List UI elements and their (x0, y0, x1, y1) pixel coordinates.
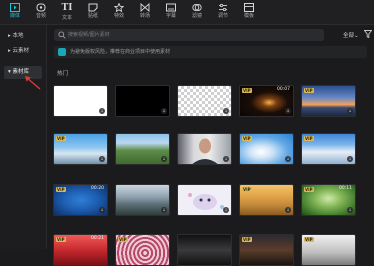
download-icon[interactable]: ↓ (161, 156, 167, 162)
audio-icon (36, 3, 46, 12)
media-card[interactable]: VIP ↓ (53, 133, 108, 165)
adjust-icon (219, 3, 227, 12)
media-card[interactable]: ↓ (115, 85, 170, 117)
vip-badge: VIP (304, 187, 314, 192)
effects-icon (114, 3, 124, 12)
download-icon[interactable]: ↓ (223, 207, 229, 213)
media-card[interactable]: VIP ↓ (239, 184, 294, 216)
download-icon[interactable]: ↓ (223, 156, 229, 162)
toolbar-item-effects[interactable]: 特效 (106, 1, 132, 23)
download-icon[interactable]: ↓ (285, 207, 291, 213)
toolbar-item-sticker[interactable]: 贴纸 (80, 1, 106, 23)
media-card[interactable]: VIP (115, 234, 170, 266)
duration-label: 00:11 (339, 186, 352, 191)
sidebar-item-local[interactable]: ▸ 本地 (4, 30, 42, 43)
template-icon (244, 3, 254, 12)
toolbar-item-filter[interactable]: 滤镜 (184, 1, 210, 23)
sidebar-item-cloud[interactable]: ▸ 云素材 (4, 45, 42, 58)
media-card[interactable]: VIP 00:21 (53, 234, 108, 266)
toolbar-label: 调节 (217, 13, 228, 19)
toolbar-label: 文本 (61, 15, 72, 21)
vip-badge: VIP (56, 136, 66, 141)
top-toolbar: 媒体 音频 TI 文本 贴纸 特效 转场 字幕 滤镜 调节 模板 (0, 0, 374, 25)
chevron-down-icon: ⌄ (354, 33, 359, 39)
search-icon (58, 31, 66, 39)
download-icon[interactable]: ↓ (99, 108, 105, 114)
text-icon: TI (61, 3, 73, 13)
toolbar-item-caption[interactable]: 字幕 (158, 1, 184, 23)
toolbar-label: 字幕 (165, 13, 176, 19)
download-icon[interactable]: ↓ (223, 108, 229, 114)
filter-dropdown[interactable]: 全部⌄ (343, 31, 359, 39)
media-card[interactable]: VIP (239, 234, 294, 266)
media-icon (10, 3, 20, 12)
media-card[interactable]: ↓ (115, 184, 170, 216)
download-icon[interactable]: ↓ (161, 207, 167, 213)
media-card[interactable]: ↓ (53, 85, 108, 117)
notice-text: 为避免版权风险，推荐在商业项目中使用素材 (70, 49, 171, 55)
download-icon[interactable]: ↓ (347, 156, 353, 162)
vip-badge: VIP (242, 136, 252, 141)
copyright-notice: 为避免版权风险，推荐在商业项目中使用素材 (54, 46, 367, 58)
vip-badge: VIP (304, 136, 314, 141)
media-card[interactable] (177, 234, 232, 266)
toolbar-item-template[interactable]: 模板 (236, 1, 262, 23)
vip-badge: VIP (242, 88, 252, 93)
media-card[interactable]: VIP ↓ (301, 85, 356, 117)
vip-badge: VIP (242, 187, 252, 192)
vip-badge: VIP (304, 237, 314, 242)
red-arrow-annotation (25, 76, 41, 90)
media-card[interactable]: VIP 00:07 ↓ (239, 85, 294, 117)
vip-badge: VIP (118, 237, 128, 242)
vip-badge: VIP (56, 237, 66, 242)
duration-label: 00:20 (91, 186, 104, 191)
search-input[interactable] (68, 29, 318, 41)
media-card[interactable]: VIP ↓ (239, 133, 294, 165)
filter-label: 全部 (343, 33, 355, 39)
transition-icon (140, 3, 150, 12)
media-card[interactable]: VIP 00:11 ↓ (301, 184, 356, 216)
sidebar: ▸ 本地 ▸ 云素材 ▾ 素材库 (0, 25, 47, 249)
material-library-panel: 全部⌄ 为避免版权风险，推荐在商业项目中使用素材 热门 ↓ ↓ ↓ VIP 00… (47, 25, 374, 266)
toolbar-label: 特效 (113, 13, 124, 19)
download-icon[interactable]: ↓ (99, 207, 105, 213)
media-card[interactable]: VIP 00:20 ↓ (53, 184, 108, 216)
duration-label: 00:07 (277, 87, 290, 92)
toolbar-label: 滤镜 (191, 13, 202, 19)
toolbar-item-media[interactable]: 媒体 (2, 1, 28, 23)
toolbar-label: 音频 (35, 13, 46, 19)
funnel-icon[interactable] (364, 30, 372, 38)
media-card[interactable]: VIP (301, 234, 356, 266)
toolbar-label: 模板 (243, 13, 254, 19)
caption-icon (166, 3, 176, 12)
media-card[interactable]: VIP ↓ (301, 133, 356, 165)
toolbar-label: 贴纸 (87, 13, 98, 19)
duration-label: 00:21 (91, 236, 104, 241)
section-title: 热门 (57, 71, 69, 77)
shield-icon (58, 48, 66, 56)
download-icon[interactable]: ↓ (161, 108, 167, 114)
toolbar-item-adjust[interactable]: 调节 (210, 1, 236, 23)
download-icon[interactable]: ↓ (285, 108, 291, 114)
download-icon[interactable]: ↓ (347, 207, 353, 213)
vip-badge: VIP (242, 237, 252, 242)
toolbar-label: 媒体 (9, 13, 20, 19)
search-bar (54, 29, 324, 41)
sticker-icon (88, 3, 98, 12)
download-icon[interactable]: ↓ (99, 156, 105, 162)
toolbar-label: 转场 (139, 13, 150, 19)
toolbar-item-transition[interactable]: 转场 (132, 1, 158, 23)
vip-badge: VIP (304, 88, 314, 93)
toolbar-item-audio[interactable]: 音频 (28, 1, 54, 23)
download-icon[interactable]: ↓ (285, 156, 291, 162)
filter-icon (192, 4, 202, 11)
media-card[interactable]: ↓ (177, 85, 232, 117)
toolbar-item-text[interactable]: TI 文本 (54, 1, 80, 23)
vip-badge: VIP (56, 187, 66, 192)
media-card[interactable]: ↓ (177, 133, 232, 165)
download-icon[interactable]: ↓ (347, 108, 353, 114)
media-card[interactable]: ↓ (115, 133, 170, 165)
media-card[interactable]: ↓ (177, 184, 232, 216)
